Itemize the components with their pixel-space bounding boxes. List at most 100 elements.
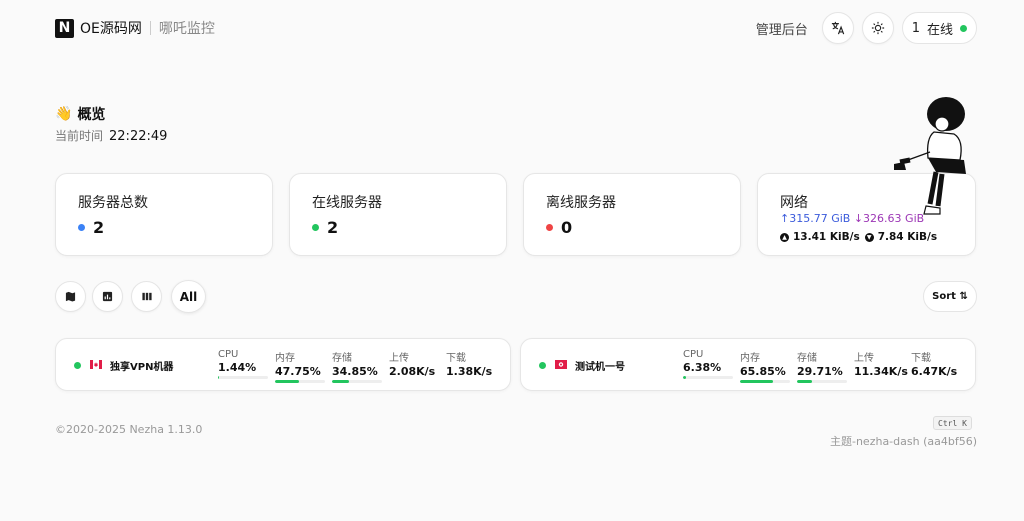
site-name: OE源码网 (80, 21, 142, 37)
columns-icon (141, 292, 152, 301)
usage-bar-fill (797, 380, 812, 383)
server-card[interactable]: 测试机一号 CPU 6.38% 内存 65.85% 存储 29.71% 上传 1… (520, 338, 976, 391)
admin-link[interactable]: 管理后台 (756, 19, 808, 38)
metric-label: 上传 (389, 353, 409, 364)
logo-icon: N (55, 18, 74, 38)
metric-label: 下载 (446, 353, 466, 364)
metric-label: 内存 (740, 353, 760, 364)
metric-label: CPU (218, 349, 239, 360)
stat-value: 2 (78, 218, 104, 237)
metric-label: 上传 (854, 353, 874, 364)
usage-bar (797, 380, 847, 383)
upload-total: ↑315.77 GiB (780, 212, 851, 225)
stat-card-offline[interactable]: 离线服务器 0 (523, 173, 741, 256)
online-indicator-dot (960, 24, 967, 32)
network-title: 网络 (780, 195, 808, 211)
theme-info[interactable]: 主题-nezha-dash (aa4bf56) (830, 433, 977, 449)
upload-speed: 13.41 KiB/s (793, 231, 860, 243)
metric-download: 下载 6.47K/s (911, 349, 961, 378)
metric-value: 2.08K/s (389, 365, 436, 378)
time-value: 22:22:49 (109, 129, 168, 144)
usage-bar-fill (740, 380, 773, 383)
metric-label: 存储 (332, 353, 352, 364)
server-name: 测试机一号 (575, 362, 625, 373)
sort-button[interactable]: Sort ⇅ (923, 281, 977, 312)
stat-number: 2 (93, 218, 105, 237)
metric-value: 11.34K/s (854, 365, 908, 378)
metric-label: 存储 (797, 353, 817, 364)
stat-number: 0 (561, 218, 573, 237)
usage-bar (332, 380, 382, 383)
usage-bar-fill (218, 376, 219, 379)
metric-value: 6.38% (683, 361, 722, 374)
map-icon (65, 291, 76, 302)
hong-kong-flag-icon (555, 360, 567, 369)
network-speeds: ▲ 13.41 KiB/s ▼ 7.84 KiB/s (780, 231, 937, 243)
filter-all-button[interactable]: All (171, 280, 206, 313)
offline-dot (546, 224, 553, 231)
metric-value: 29.71% (797, 365, 843, 378)
time-label: 当前时间 (55, 129, 104, 143)
metric-upload: 上传 2.08K/s (389, 349, 439, 378)
stat-value: 0 (546, 218, 572, 237)
translate-icon (831, 21, 844, 35)
theme-toggle-button[interactable] (861, 12, 894, 44)
stat-value: 2 (312, 218, 338, 237)
online-label: 在线 (926, 22, 953, 38)
server-status-dot (74, 362, 81, 369)
metric-download: 下载 1.38K/s (446, 349, 496, 378)
copyright: ©2020-2025 Nezha 1.13.0 (55, 423, 203, 436)
metric-value: 65.85% (740, 365, 786, 378)
metric-cpu: CPU 6.38% (683, 349, 733, 379)
sun-icon (871, 21, 884, 35)
metric-memory: 内存 47.75% (275, 349, 325, 383)
waving-hand-icon: 👋 (55, 106, 73, 122)
stat-card-online[interactable]: 在线服务器 2 (289, 173, 507, 256)
metric-label: 内存 (275, 353, 295, 364)
stat-title: 服务器总数 (78, 195, 148, 211)
download-speed-icon: ▼ (864, 232, 874, 242)
current-time: 当前时间 22:22:49 (55, 127, 167, 144)
usage-bar (275, 380, 325, 383)
brand[interactable]: N OE源码网 哪吒监控 (55, 18, 215, 38)
metric-storage: 存储 34.85% (332, 349, 382, 383)
server-card[interactable]: 独享VPN机器 CPU 1.44% 内存 47.75% 存储 34.85% 上传… (55, 338, 511, 391)
columns-view-button[interactable] (131, 281, 162, 312)
usage-bar (218, 376, 268, 379)
metric-value: 1.44% (218, 361, 257, 374)
divider (149, 21, 151, 35)
usage-bar (683, 376, 733, 379)
metric-value: 47.75% (275, 365, 321, 378)
chart-view-button[interactable] (92, 281, 123, 312)
metric-memory: 内存 65.85% (740, 349, 790, 383)
server-status-dot (539, 362, 546, 369)
chart-icon (102, 291, 113, 302)
header-actions: 管理后台 1 在线 (756, 12, 977, 44)
metric-value: 6.47K/s (911, 365, 958, 378)
metric-cpu: CPU 1.44% (218, 349, 268, 379)
metric-storage: 存储 29.71% (797, 349, 847, 383)
site-subtitle: 哪吒监控 (158, 21, 215, 37)
canada-flag-icon (90, 360, 102, 369)
download-speed: 7.84 KiB/s (877, 231, 938, 243)
overview-title: 概览 (77, 107, 106, 123)
online-count: 1 (911, 20, 920, 36)
stat-title: 在线服务器 (312, 195, 382, 211)
stat-number: 2 (327, 218, 339, 237)
language-button[interactable] (821, 12, 854, 44)
overview-heading: 👋 概览 (55, 104, 105, 124)
upload-speed-icon: ▲ (780, 232, 789, 242)
metric-value: 1.38K/s (446, 365, 493, 378)
person-illustration (894, 97, 966, 215)
metric-upload: 上传 11.34K/s (854, 349, 908, 378)
usage-bar-fill (275, 380, 299, 383)
map-view-button[interactable] (55, 281, 86, 312)
stat-card-total[interactable]: 服务器总数 2 (55, 173, 273, 256)
metric-value: 34.85% (332, 365, 378, 378)
stat-title: 离线服务器 (546, 195, 616, 211)
total-dot (78, 224, 85, 231)
online-count-badge[interactable]: 1 在线 (901, 12, 977, 44)
online-dot (312, 224, 319, 231)
command-shortcut[interactable]: Ctrl K (933, 416, 972, 430)
metric-label: 下载 (911, 353, 931, 364)
